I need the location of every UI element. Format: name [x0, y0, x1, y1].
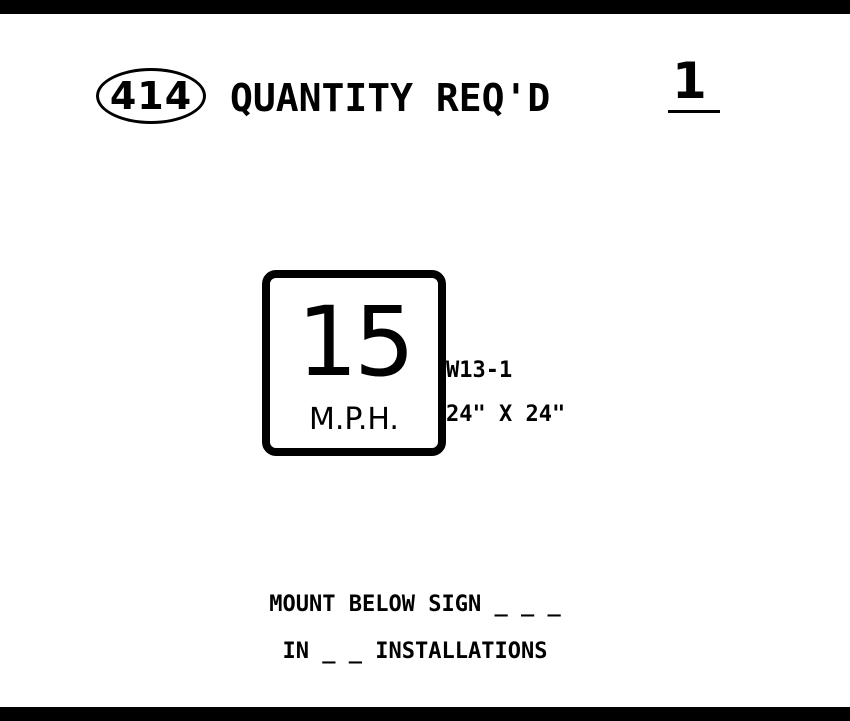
installations-note: IN _ _ INSTALLATIONS	[282, 639, 548, 664]
sign-speed-number: 15	[296, 286, 415, 398]
quantity-value: 1	[672, 52, 707, 110]
sign-speed-unit: M.P.H.	[309, 402, 399, 437]
quantity-label: QUANTITY REQ'D	[230, 76, 551, 120]
speed-advisory-sign: 15 M.P.H.	[262, 270, 446, 456]
mount-note: MOUNT BELOW SIGN _ _ _	[269, 592, 561, 617]
sign-code-label: W13-1	[446, 358, 513, 383]
quantity-underline	[668, 110, 720, 113]
sign-size-label: 24" X 24"	[446, 402, 566, 427]
sheet-header: 414 QUANTITY REQ'D 1	[0, 0, 850, 140]
bottom-border-rule	[0, 707, 850, 721]
sheet-number-oval: 414	[96, 68, 206, 124]
